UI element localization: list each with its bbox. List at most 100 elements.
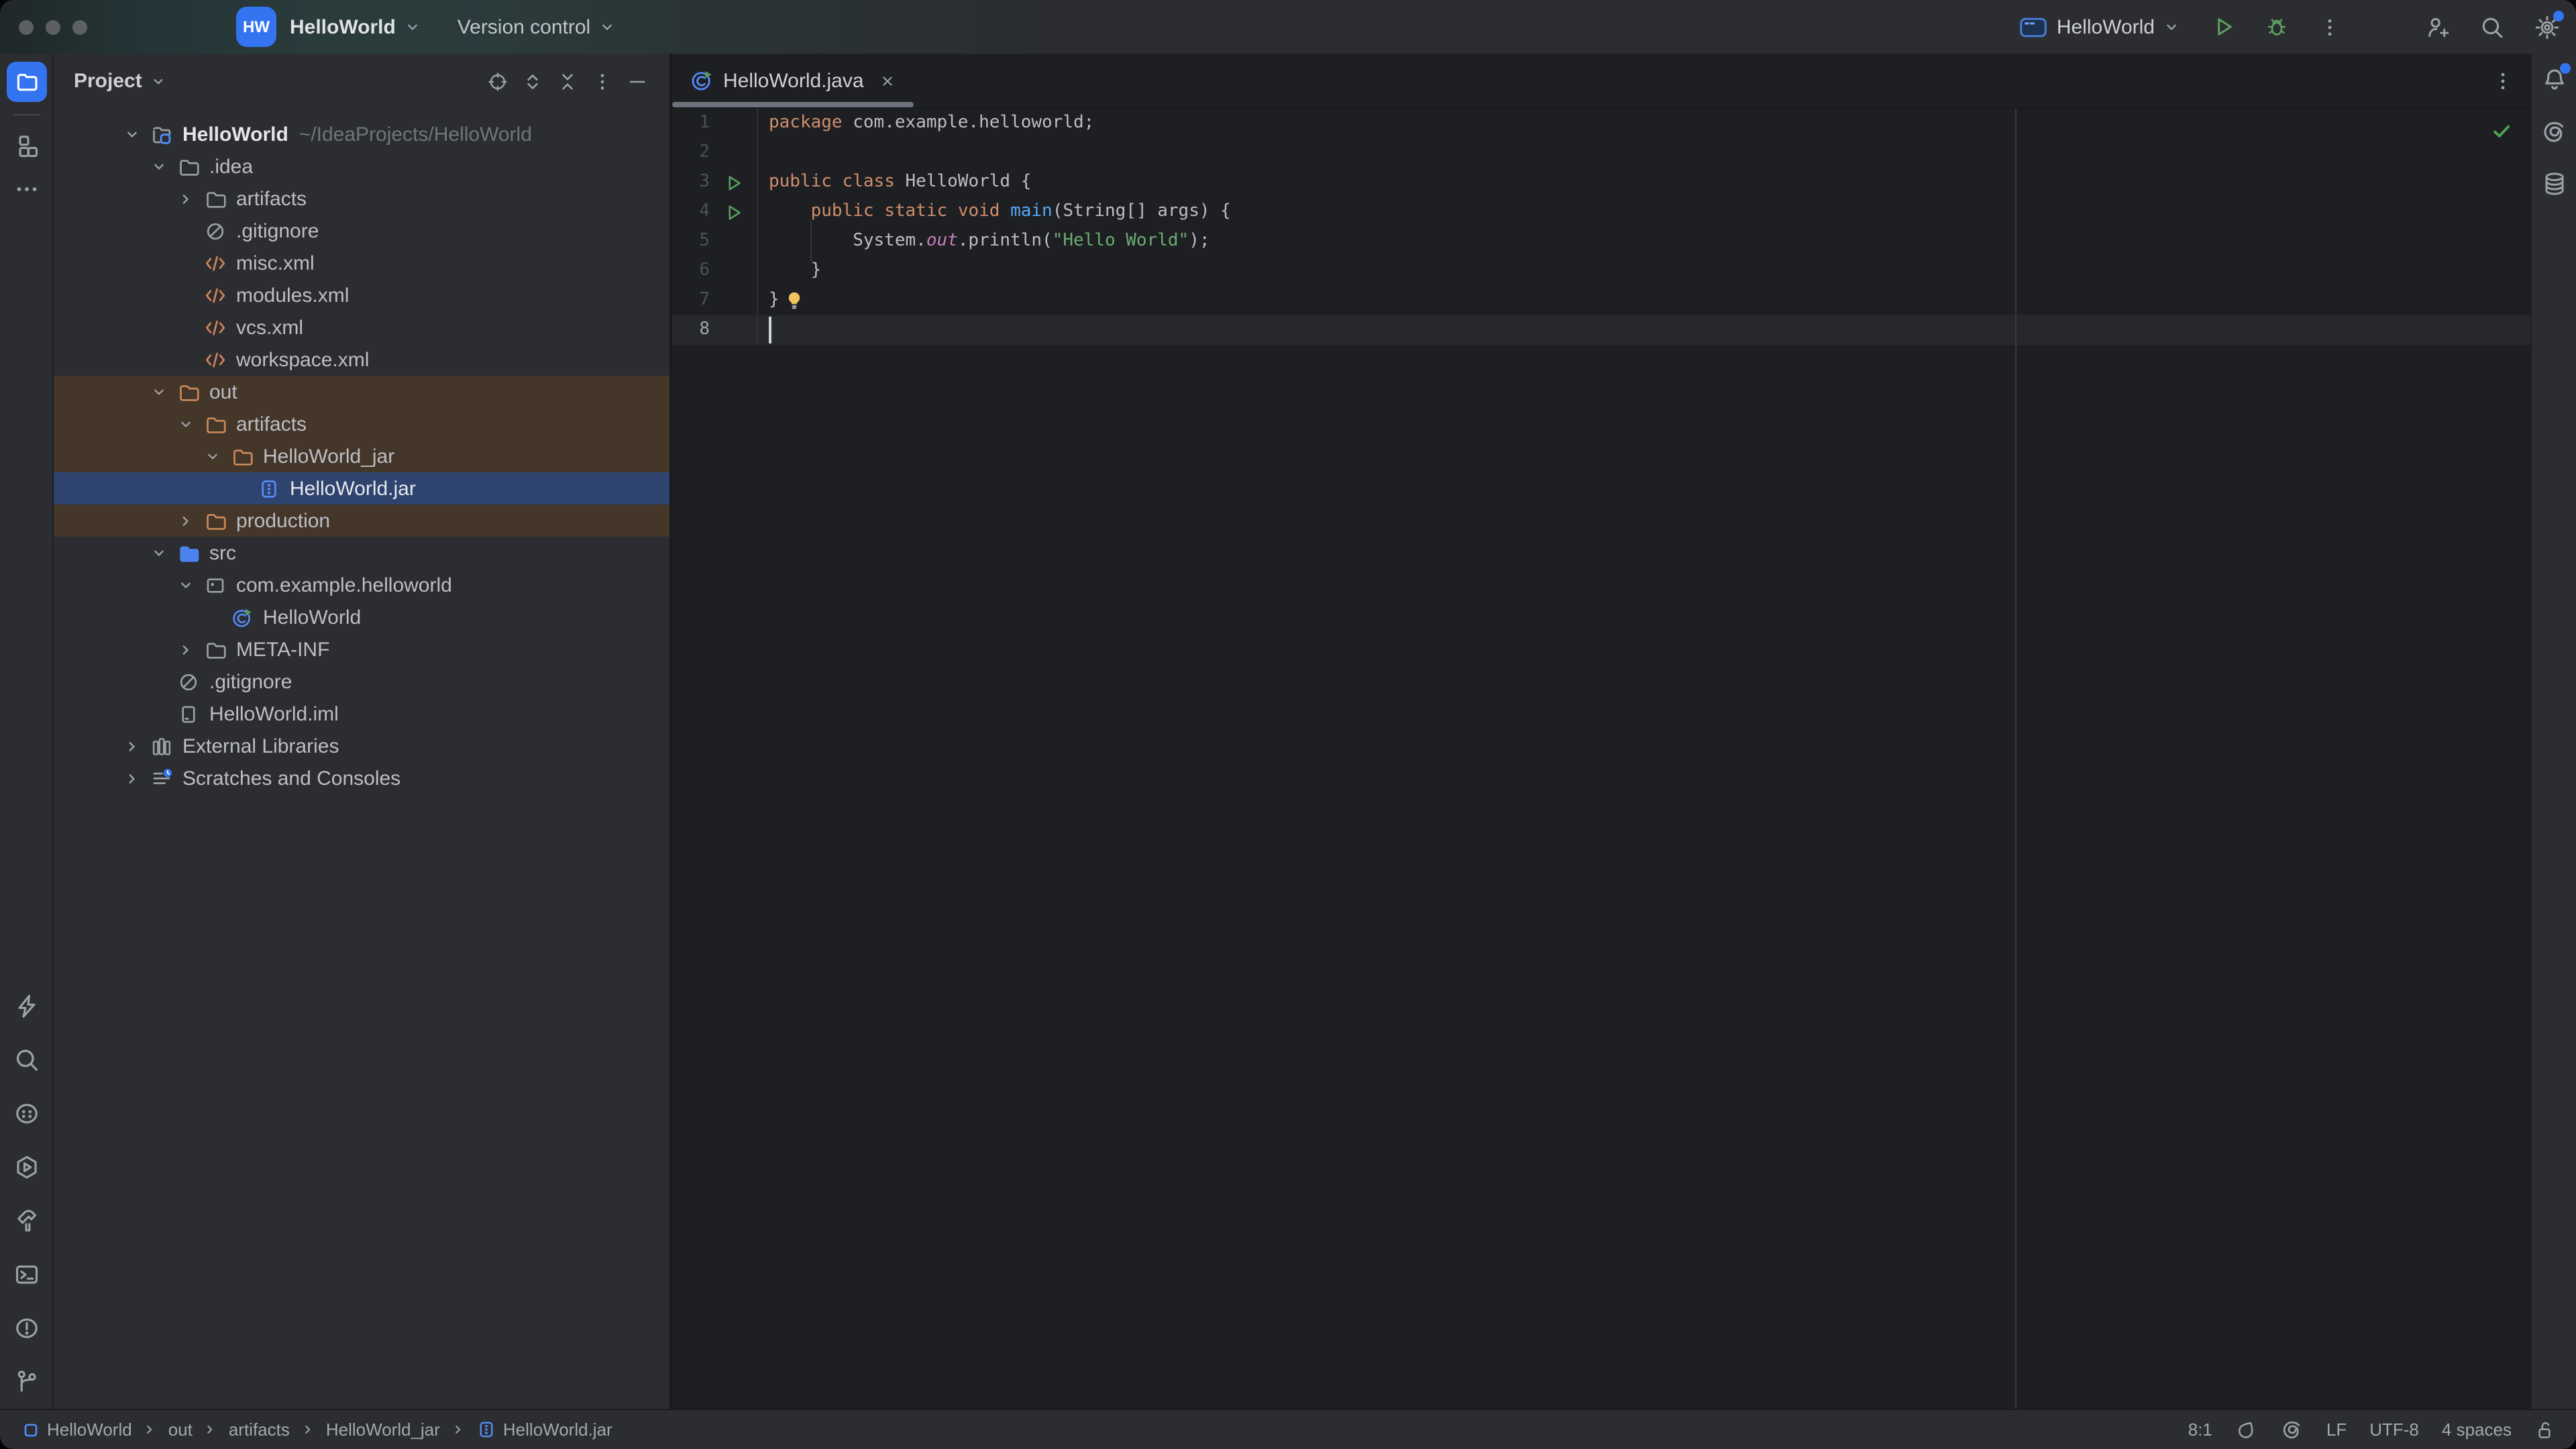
zoom-window-button[interactable] xyxy=(72,19,87,34)
ai-tool-window-button[interactable] xyxy=(2540,118,2567,145)
tree-row--idea[interactable]: .idea xyxy=(54,150,669,182)
close-window-button[interactable] xyxy=(19,19,34,34)
database-tool-window-button[interactable] xyxy=(2540,170,2567,197)
highlighting-level-icon[interactable] xyxy=(2235,1418,2258,1441)
bolt-tool-window-button[interactable] xyxy=(13,993,40,1020)
run-gutter-icon[interactable] xyxy=(710,197,757,227)
services-tool-window-button[interactable] xyxy=(13,1154,40,1181)
structure-tool-window-button[interactable] xyxy=(13,133,40,160)
run-button[interactable] xyxy=(2211,15,2235,39)
code-line-8[interactable]: 8 xyxy=(672,315,2530,345)
editor-tab-helloworld-java[interactable]: HelloWorld.java xyxy=(672,54,914,107)
minimize-window-button[interactable] xyxy=(46,19,60,34)
code-line-5[interactable]: 5 System.out.println("Hello World"); xyxy=(672,227,2530,256)
inspections-ok-icon[interactable] xyxy=(2490,119,2513,142)
project-name-menu[interactable]: HelloWorld xyxy=(290,15,396,38)
code-line-2[interactable]: 2 xyxy=(672,138,2530,168)
tree-row-production[interactable]: production xyxy=(54,504,669,537)
dots-circle-tool-window-button[interactable] xyxy=(13,1100,40,1127)
tree-row-vcs-xml[interactable]: vcs.xml xyxy=(54,311,669,343)
tree-row-com-example-helloworld[interactable]: com.example.helloworld xyxy=(54,569,669,601)
tree-row--gitignore[interactable]: .gitignore xyxy=(54,665,669,698)
tree-chevron-icon[interactable] xyxy=(148,381,169,402)
settings-button[interactable] xyxy=(2534,14,2560,40)
tree-row-external-libraries[interactable]: External Libraries xyxy=(54,730,669,762)
bell-tool-window-button[interactable] xyxy=(2540,66,2567,93)
code-line-7[interactable]: 7} xyxy=(672,286,2530,315)
folder-src-icon xyxy=(176,541,199,564)
line-separator-widget[interactable]: LF xyxy=(2326,1419,2347,1440)
project-badge[interactable]: HW xyxy=(236,7,276,47)
run-gutter-icon[interactable] xyxy=(710,168,757,197)
search-tool-window-button[interactable] xyxy=(13,1046,40,1073)
editor-options-button[interactable] xyxy=(2491,69,2514,92)
search-everywhere-button[interactable] xyxy=(2479,14,2505,40)
problems-tool-window-button[interactable] xyxy=(13,1315,40,1342)
code-editor[interactable]: 1package com.example.helloworld;23public… xyxy=(672,109,2530,1409)
project-tool-window-button[interactable] xyxy=(6,62,46,102)
tree-row--gitignore[interactable]: .gitignore xyxy=(54,215,669,247)
hammer-tool-window-button[interactable] xyxy=(13,1208,40,1234)
collapse-all-button[interactable] xyxy=(557,70,578,92)
tree-chevron-icon[interactable] xyxy=(121,767,142,789)
tree-chevron-icon[interactable] xyxy=(121,735,142,757)
tree-chevron-icon[interactable] xyxy=(174,413,196,435)
select-opened-file-button[interactable] xyxy=(487,70,508,92)
tree-row-out[interactable]: out xyxy=(54,376,669,408)
tree-row-meta-inf[interactable]: META-INF xyxy=(54,633,669,665)
tree-chevron-icon[interactable] xyxy=(201,445,223,467)
ai-assistant-status-icon[interactable] xyxy=(2281,1418,2304,1441)
version-control-menu[interactable]: Version control xyxy=(458,15,590,38)
breadcrumb-helloworld-jar[interactable]: HelloWorld.jar xyxy=(476,1419,612,1440)
tree-row-misc-xml[interactable]: misc.xml xyxy=(54,247,669,279)
tree-chevron-icon[interactable] xyxy=(148,156,169,177)
xml-icon xyxy=(203,316,226,339)
tree-row-artifacts[interactable]: artifacts xyxy=(54,408,669,440)
branch-tool-window-button[interactable] xyxy=(13,1368,40,1395)
hide-panel-button[interactable] xyxy=(627,70,648,92)
more-actions-button[interactable] xyxy=(2318,15,2341,38)
breadcrumb-helloworld[interactable]: HelloWorld xyxy=(21,1419,132,1440)
code-line-3[interactable]: 3public class HelloWorld { xyxy=(672,168,2530,197)
gutter xyxy=(710,286,757,315)
more-tool-windows-button[interactable] xyxy=(13,176,40,203)
code-line-1[interactable]: 1package com.example.helloworld; xyxy=(672,109,2530,138)
close-tab-icon[interactable] xyxy=(879,72,896,89)
caret-position-widget[interactable]: 8:1 xyxy=(2188,1419,2212,1440)
tree-row-src[interactable]: src xyxy=(54,537,669,569)
tree-row-helloworld-jar[interactable]: HelloWorld_jar xyxy=(54,440,669,472)
dots-circle-icon xyxy=(13,1100,40,1127)
folder-icon xyxy=(14,70,38,94)
tree-row-helloworld-iml[interactable]: HelloWorld.iml xyxy=(54,698,669,730)
encoding-widget[interactable]: UTF-8 xyxy=(2369,1419,2419,1440)
run-line-icon xyxy=(723,172,743,193)
tree-chevron-icon[interactable] xyxy=(148,542,169,564)
line-number: 1 xyxy=(672,109,710,138)
indent-widget[interactable]: 4 spaces xyxy=(2442,1419,2512,1440)
debug-button[interactable] xyxy=(2265,15,2289,39)
tree-chevron-icon[interactable] xyxy=(174,188,196,209)
tree-row-artifacts[interactable]: artifacts xyxy=(54,182,669,215)
run-configuration-widget[interactable]: HelloWorld xyxy=(2019,15,2182,38)
tree-row-helloworld[interactable]: HelloWorld xyxy=(54,601,669,633)
expand-all-button[interactable] xyxy=(522,70,543,92)
breadcrumb-artifacts[interactable]: artifacts xyxy=(229,1419,290,1440)
project-panel-title[interactable]: Project xyxy=(74,70,142,93)
tree-chevron-icon[interactable] xyxy=(121,123,142,145)
tree-row-workspace-xml[interactable]: workspace.xml xyxy=(54,343,669,376)
panel-options-button[interactable] xyxy=(592,70,613,92)
tree-row-modules-xml[interactable]: modules.xml xyxy=(54,279,669,311)
writable-status-icon[interactable] xyxy=(2534,1419,2556,1440)
terminal-tool-window-button[interactable] xyxy=(13,1261,40,1288)
code-line-4[interactable]: 4 public static void main(String[] args)… xyxy=(672,197,2530,227)
tree-row-scratches-and-consoles[interactable]: Scratches and Consoles xyxy=(54,762,669,794)
tree-chevron-icon[interactable] xyxy=(174,510,196,531)
tree-row-helloworld-jar[interactable]: HelloWorld.jar xyxy=(54,472,669,504)
breadcrumb-helloworld-jar[interactable]: HelloWorld_jar xyxy=(326,1419,440,1440)
code-with-me-button[interactable] xyxy=(2424,14,2450,40)
breadcrumb-out[interactable]: out xyxy=(168,1419,193,1440)
tree-row-helloworld[interactable]: HelloWorld~/IdeaProjects/HelloWorld xyxy=(54,118,669,150)
tree-chevron-icon[interactable] xyxy=(174,639,196,660)
code-line-6[interactable]: 6 } xyxy=(672,256,2530,286)
tree-chevron-icon[interactable] xyxy=(174,574,196,596)
